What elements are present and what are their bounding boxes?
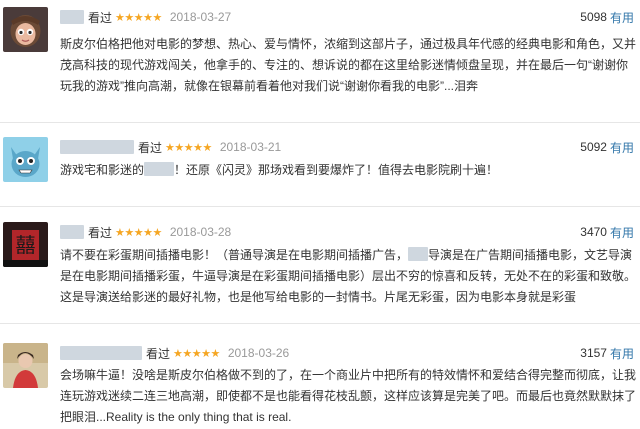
review-item: 囍 看过 ★★★★★ 2018-03-28 3470 有用 请不要在彩蛋期间插播… (0, 215, 640, 325)
review-text-body: 斯皮尔伯格把他对电影的梦想、热心、爱与情怀，浓缩到这部片子，通过极具年代感的经典… (60, 37, 637, 93)
review-meta: 看过 ★★★★★ 2018-03-21 (60, 138, 281, 156)
username[interactable] (60, 346, 142, 360)
review-status: 看过 (88, 225, 113, 240)
review-date: 2018-03-21 (219, 140, 282, 154)
red-character-avatar-icon: 囍 (3, 222, 48, 267)
divider (0, 122, 640, 123)
username[interactable] (60, 225, 84, 239)
svg-text:囍: 囍 (16, 233, 36, 257)
vote-box: 3157 有用 (580, 344, 634, 362)
review-list: 看过 ★★★★★ 2018-03-27 5098 有用 斯皮尔伯格把他对电影的梦… (0, 0, 640, 429)
rating-stars: ★★★★★ (165, 141, 212, 154)
vote-count: 3470 (580, 225, 607, 239)
review-text: 斯皮尔伯格把他对电影的梦想、热心、爱与情怀，浓缩到这部片子，通过极具年代感的经典… (60, 34, 636, 97)
rating-stars: ★★★★★ (115, 226, 162, 239)
review-item: 看过 ★★★★★ 2018-03-21 5092 有用 游戏宅和影迷的 ！还原《闪… (0, 130, 640, 210)
review-date: 2018-03-28 (169, 225, 232, 239)
review-text: 游戏宅和影迷的 ！还原《闪灵》那场戏看到要爆炸了！值得去电影院刷十遍！ (60, 160, 636, 181)
avatar[interactable] (3, 343, 48, 388)
vote-count: 5098 (580, 10, 607, 24)
review-text: 请不要在彩蛋期间插播电影！（普通导演是在电影期间插播广告， 导演是在广告期间插播电… (60, 245, 636, 308)
useful-button[interactable]: 有用 (610, 345, 634, 362)
username[interactable] (60, 10, 84, 24)
useful-button[interactable]: 有用 (610, 224, 634, 241)
review-date: 2018-03-26 (227, 346, 290, 360)
redacted-text (408, 247, 429, 261)
avatar[interactable] (3, 7, 48, 52)
review-item: 看过 ★★★★★ 2018-03-27 5098 有用 斯皮尔伯格把他对电影的梦… (0, 0, 640, 125)
review-meta: 看过 ★★★★★ 2018-03-28 (60, 223, 231, 241)
redacted-text (144, 162, 175, 176)
review-status: 看过 (146, 346, 171, 361)
username[interactable] (60, 140, 134, 154)
person-photo-avatar-icon (3, 343, 48, 388)
review-meta: 看过 ★★★★★ 2018-03-26 (60, 344, 289, 362)
review-text-part: 游戏宅和影迷的 (60, 163, 145, 177)
vote-box: 5092 有用 (580, 138, 634, 156)
divider (0, 206, 640, 207)
rating-stars: ★★★★★ (115, 11, 162, 24)
review-item: 看过 ★★★★★ 2018-03-26 3157 有用 会场嘛牛逼！没啥是斯皮尔… (0, 336, 640, 429)
useful-button[interactable]: 有用 (610, 139, 634, 156)
review-date: 2018-03-27 (169, 10, 232, 24)
divider (0, 323, 640, 324)
cartoon-girl-avatar-icon (3, 7, 48, 52)
review-status: 看过 (138, 140, 163, 155)
vote-box: 5098 有用 (580, 8, 634, 26)
review-text: 会场嘛牛逼！没啥是斯皮尔伯格做不到的了，在一个商业片中把所有的特效情怀和爱结合得… (60, 365, 636, 428)
avatar[interactable]: 囍 (3, 222, 48, 267)
vote-count: 5092 (580, 140, 607, 154)
review-text-part: ！还原《闪灵》那场戏看到要爆炸了！值得去电影院刷十遍！ (174, 163, 499, 177)
vote-box: 3470 有用 (580, 223, 634, 241)
rating-stars: ★★★★★ (173, 347, 220, 360)
review-text-part: 请不要在彩蛋期间插播电影！（普通导演是在电影期间插播广告， (60, 248, 409, 262)
useful-button[interactable]: 有用 (610, 9, 634, 26)
review-text-body: 会场嘛牛逼！没啥是斯皮尔伯格做不到的了，在一个商业片中把所有的特效情怀和爱结合得… (60, 368, 637, 424)
cartoon-monster-avatar-icon (3, 137, 48, 182)
review-meta: 看过 ★★★★★ 2018-03-27 (60, 8, 231, 26)
avatar[interactable] (3, 137, 48, 182)
review-status: 看过 (88, 10, 113, 25)
vote-count: 3157 (580, 346, 607, 360)
